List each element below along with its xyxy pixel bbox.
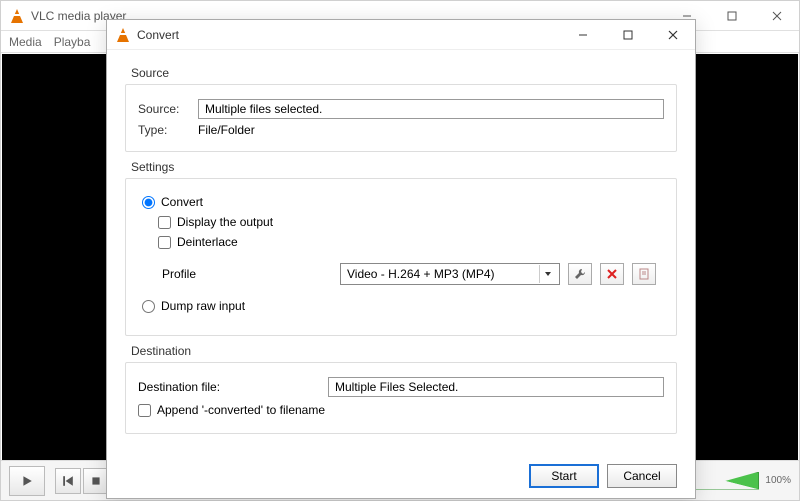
destination-file-field[interactable] <box>328 377 664 397</box>
vlc-cone-icon <box>9 8 25 24</box>
destination-file-label: Destination file: <box>138 380 318 394</box>
deinterlace-checkbox[interactable] <box>158 236 171 249</box>
cancel-button[interactable]: Cancel <box>607 464 677 488</box>
append-converted-checkbox[interactable] <box>138 404 151 417</box>
profile-value: Video - H.264 + MP3 (MP4) <box>347 267 495 281</box>
deinterlace-label: Deinterlace <box>177 235 238 249</box>
dialog-maximize-button[interactable] <box>605 20 650 49</box>
type-value: File/Folder <box>198 123 255 137</box>
chevron-down-icon <box>539 265 555 283</box>
wrench-icon <box>574 268 586 280</box>
close-button[interactable] <box>754 1 799 30</box>
play-button[interactable] <box>9 466 45 496</box>
dialog-title: Convert <box>137 28 179 42</box>
prev-button[interactable] <box>55 468 81 494</box>
maximize-button[interactable] <box>709 1 754 30</box>
dump-radio[interactable] <box>142 300 155 313</box>
new-profile-button[interactable] <box>632 263 656 285</box>
dialog-window-controls <box>560 20 695 49</box>
profile-select[interactable]: Video - H.264 + MP3 (MP4) <box>340 263 560 285</box>
dialog-footer: Start Cancel <box>529 464 677 488</box>
source-heading: Source <box>131 66 677 80</box>
dialog-body: Source Source: Type: File/Folder Setting… <box>107 50 695 452</box>
new-profile-icon <box>638 268 650 280</box>
display-output-label: Display the output <box>177 215 273 229</box>
dump-radio-label: Dump raw input <box>161 299 245 313</box>
source-section: Source: Type: File/Folder <box>125 84 677 152</box>
delete-icon <box>606 268 618 280</box>
convert-dialog: Convert Source Source: Type: File/Folder… <box>106 19 696 499</box>
dialog-titlebar: Convert <box>107 20 695 50</box>
append-converted-label: Append '-converted' to filename <box>157 403 325 417</box>
vlc-cone-icon <box>115 27 131 43</box>
edit-profile-button[interactable] <box>568 263 592 285</box>
settings-heading: Settings <box>131 160 677 174</box>
delete-profile-button[interactable] <box>600 263 624 285</box>
menu-playback[interactable]: Playba <box>54 35 91 49</box>
start-button[interactable]: Start <box>529 464 599 488</box>
volume-percent: 100% <box>765 475 791 486</box>
vlc-main-window: VLC media player Media Playba 100% <box>0 0 800 501</box>
menu-media[interactable]: Media <box>9 35 42 49</box>
destination-section: Destination file: Append '-converted' to… <box>125 362 677 434</box>
destination-heading: Destination <box>131 344 677 358</box>
type-label: Type: <box>138 123 188 137</box>
dialog-minimize-button[interactable] <box>560 20 605 49</box>
convert-radio-label: Convert <box>161 195 203 209</box>
volume-slider[interactable] <box>694 472 759 490</box>
source-label: Source: <box>138 102 188 116</box>
display-output-checkbox[interactable] <box>158 216 171 229</box>
profile-label: Profile <box>162 267 332 281</box>
settings-section: Convert Display the output Deinterlace P… <box>125 178 677 336</box>
dialog-close-button[interactable] <box>650 20 695 49</box>
convert-radio[interactable] <box>142 196 155 209</box>
source-field[interactable] <box>198 99 664 119</box>
